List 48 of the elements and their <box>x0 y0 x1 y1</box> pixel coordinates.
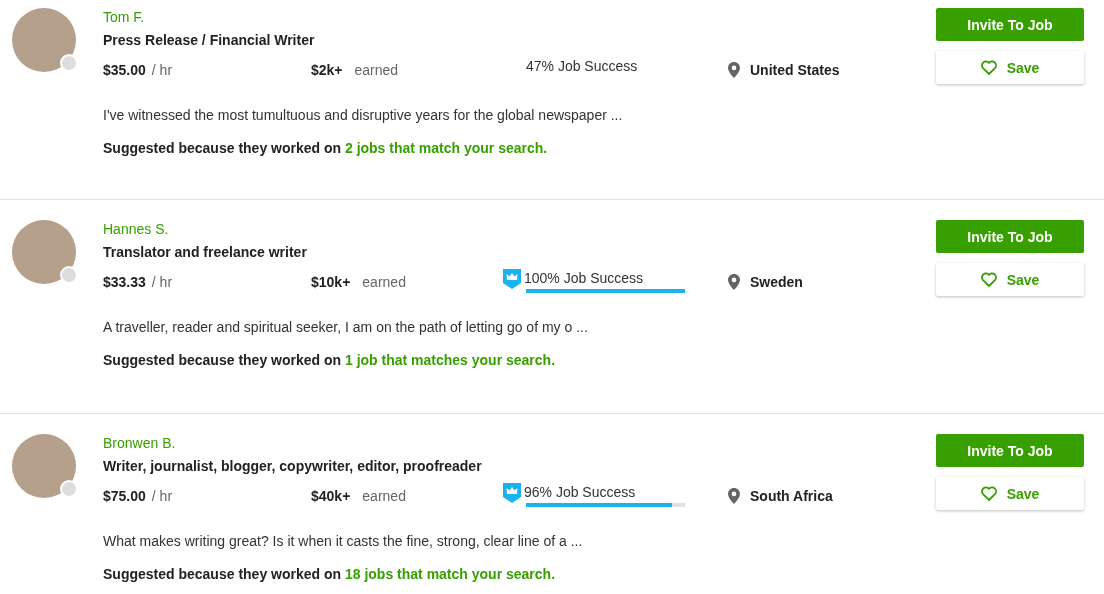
freelancer-name[interactable]: Hannes S. <box>103 221 936 237</box>
location: United States <box>750 62 840 78</box>
suggestion-text: Suggested because they worked on 1 job that matches your search. <box>103 352 557 368</box>
freelancer-title: Writer, journalist, blogger, copywriter, editor, proofreader <box>103 457 483 475</box>
save-button[interactable]: Save <box>936 263 1084 296</box>
location-pin-icon <box>728 274 740 290</box>
earnings-label: earned <box>362 274 406 290</box>
freelancer-title: Translator and freelance writer <box>103 243 308 261</box>
freelancer-name[interactable]: Bronwen B. <box>103 435 936 451</box>
location: Sweden <box>750 274 803 290</box>
earnings-label: earned <box>362 488 406 504</box>
suggestion-text: Suggested because they worked on 18 jobs that match your search. <box>103 566 557 582</box>
freelancer-name[interactable]: Tom F. <box>103 9 936 25</box>
heart-icon <box>980 60 997 75</box>
earnings-amount: $40k+ <box>311 488 351 504</box>
job-success-score: 96% Job Success <box>524 483 636 501</box>
hourly-rate: $33.33 <box>103 274 146 290</box>
earnings-label: earned <box>354 62 399 78</box>
earnings-amount: $2k+ <box>311 62 343 78</box>
invite-to-job-button[interactable]: Invite To Job <box>936 434 1084 467</box>
rate-unit: / hr <box>151 62 173 78</box>
profile-overview: I've witnessed the most tumultuous and disruptive years for the global newspaper ... <box>103 107 624 123</box>
rate-unit: / hr <box>151 488 173 504</box>
suggestion-text: Suggested because they worked on 2 jobs that match your search. <box>103 140 549 156</box>
profile-overview: A traveller, reader and spiritual seeker, I am on the path of letting go of my o ... <box>103 319 589 335</box>
save-button[interactable]: Save <box>936 51 1084 84</box>
location-pin-icon <box>728 62 740 78</box>
heart-icon <box>980 486 997 501</box>
location-pin-icon <box>728 488 740 504</box>
matching-jobs-link[interactable]: 2 jobs that match your search. <box>344 140 548 156</box>
location: South Africa <box>750 488 833 504</box>
status-dot <box>60 480 78 498</box>
freelancer-title: Press Release / Financial Writer <box>103 31 316 49</box>
hourly-rate: $35.00 <box>103 62 146 78</box>
job-success-score: 47% Job Success <box>526 57 638 75</box>
heart-icon <box>980 272 997 287</box>
job-success-score: 100% Job Success <box>524 269 644 287</box>
profile-overview: What makes writing great? Is it when it casts the fine, strong, clear line of a ... <box>103 533 584 549</box>
save-button[interactable]: Save <box>936 477 1084 510</box>
invite-to-job-button[interactable]: Invite To Job <box>936 8 1084 41</box>
status-dot <box>60 54 78 72</box>
rate-unit: / hr <box>151 274 173 290</box>
status-dot <box>60 266 78 284</box>
hourly-rate: $75.00 <box>103 488 146 504</box>
matching-jobs-link[interactable]: 1 job that matches your search. <box>344 352 556 368</box>
earnings-amount: $10k+ <box>311 274 351 290</box>
invite-to-job-button[interactable]: Invite To Job <box>936 220 1084 253</box>
matching-jobs-link[interactable]: 18 jobs that match your search. <box>344 566 556 582</box>
